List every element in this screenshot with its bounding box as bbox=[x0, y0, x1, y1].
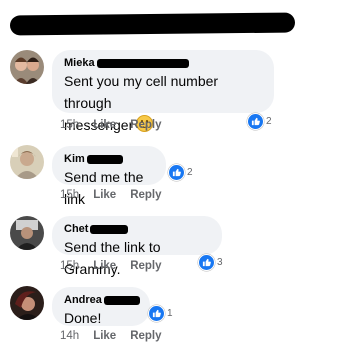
comment-bubble: Andrea Done! bbox=[52, 287, 150, 326]
comment-author[interactable]: Mieka bbox=[64, 56, 264, 70]
comment-author[interactable]: Andrea bbox=[64, 293, 140, 307]
author-redaction bbox=[103, 295, 140, 305]
redaction-bar bbox=[9, 12, 296, 36]
comment-meta: 15h Like Reply bbox=[60, 260, 162, 272]
reaction-count[interactable]: 1 bbox=[148, 305, 173, 322]
reaction-number: 1 bbox=[167, 308, 173, 319]
comment-bubble: Mieka Sent you my cell number through me… bbox=[52, 50, 274, 133]
like-button[interactable]: Like bbox=[93, 119, 116, 131]
reply-button[interactable]: Reply bbox=[130, 260, 161, 272]
avatar-photo-icon bbox=[10, 286, 44, 320]
author-redaction bbox=[86, 154, 123, 164]
like-button[interactable]: Like bbox=[93, 330, 116, 342]
thumbs-up-icon bbox=[148, 305, 165, 322]
comment-meta: 14h Like Reply bbox=[60, 330, 162, 342]
reply-button[interactable]: Reply bbox=[130, 189, 161, 201]
reaction-number: 3 bbox=[217, 257, 223, 268]
author-redaction bbox=[96, 58, 189, 68]
avatar[interactable] bbox=[10, 216, 44, 250]
avatar[interactable] bbox=[10, 286, 44, 320]
reaction-count[interactable]: 2 bbox=[247, 113, 272, 130]
timestamp[interactable]: 15h bbox=[60, 119, 79, 131]
like-button[interactable]: Like bbox=[93, 260, 116, 272]
author-name[interactable]: Mieka bbox=[64, 57, 95, 69]
avatar-photo-icon bbox=[10, 50, 44, 84]
reaction-number: 2 bbox=[266, 116, 272, 127]
avatar[interactable] bbox=[10, 145, 44, 179]
like-button[interactable]: Like bbox=[93, 189, 116, 201]
comment-text: Done! bbox=[64, 310, 102, 326]
comment-author[interactable]: Kim bbox=[64, 152, 156, 166]
comment-text-line-1: Sent you my cell number through bbox=[64, 73, 219, 111]
avatar-photo-icon bbox=[10, 145, 44, 179]
thumbs-up-icon bbox=[247, 113, 264, 130]
avatar[interactable] bbox=[10, 50, 44, 84]
reaction-count[interactable]: 2 bbox=[168, 164, 193, 181]
author-name[interactable]: Andrea bbox=[64, 294, 102, 306]
timestamp[interactable]: 14h bbox=[60, 330, 79, 342]
thumbs-up-icon bbox=[198, 254, 215, 271]
comment-bubble: Chet Send the link to Grammy. bbox=[52, 216, 222, 277]
comment-text: Send me the link bbox=[64, 169, 144, 207]
avatar-photo-icon bbox=[10, 216, 44, 250]
thumbs-up-icon bbox=[168, 164, 185, 181]
author-name[interactable]: Chet bbox=[64, 223, 88, 235]
reaction-count[interactable]: 3 bbox=[198, 254, 223, 271]
timestamp[interactable]: 15h bbox=[60, 189, 79, 201]
comment-author[interactable]: Chet bbox=[64, 222, 212, 236]
comment-text: Send the link to Grammy. bbox=[64, 239, 161, 277]
comment-bubble: Kim Send me the link bbox=[52, 146, 166, 207]
comment-meta: 15h Like Reply bbox=[60, 119, 162, 131]
timestamp[interactable]: 15h bbox=[60, 260, 79, 272]
reply-button[interactable]: Reply bbox=[130, 119, 161, 131]
comment-meta: 15h Like Reply bbox=[60, 189, 162, 201]
author-name[interactable]: Kim bbox=[64, 153, 85, 165]
author-redaction bbox=[90, 224, 129, 234]
reply-button[interactable]: Reply bbox=[130, 330, 161, 342]
reaction-number: 2 bbox=[187, 167, 193, 178]
